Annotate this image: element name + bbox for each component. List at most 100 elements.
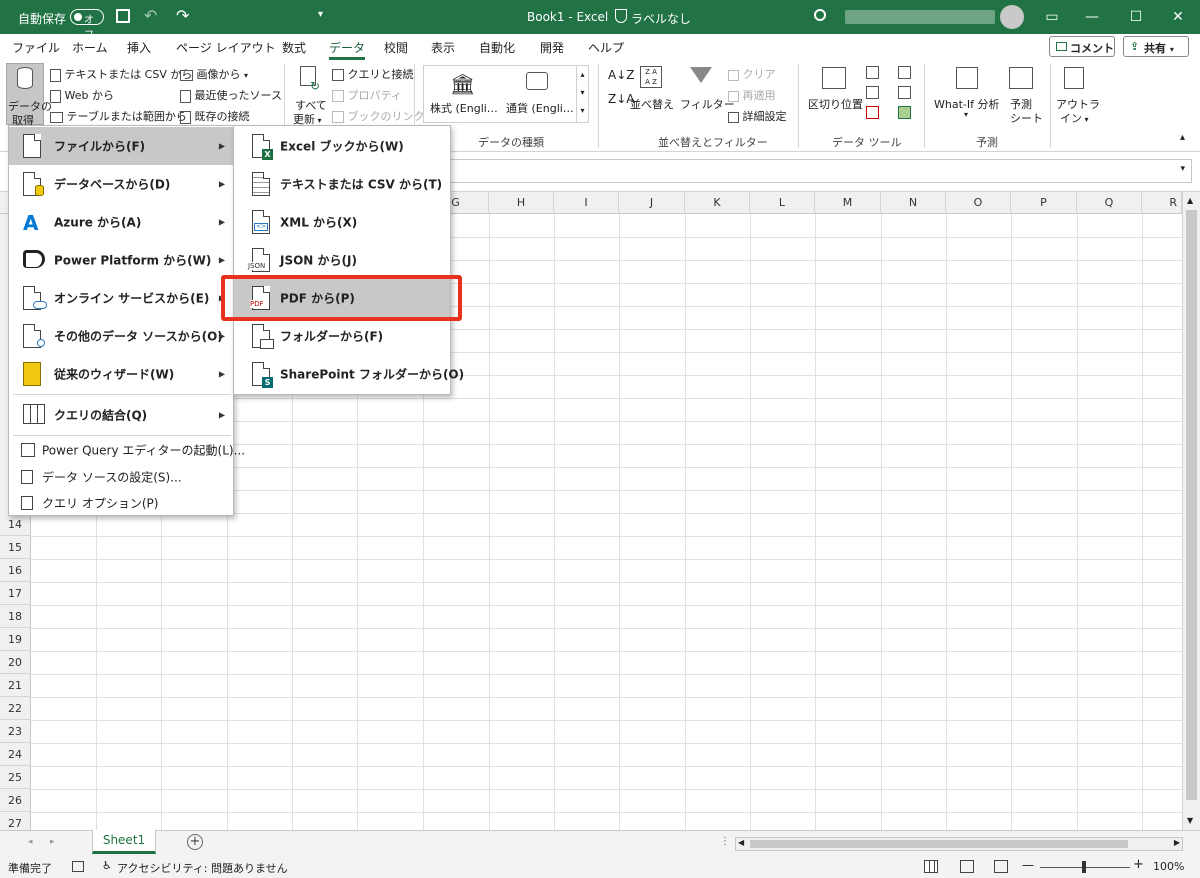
sort-button[interactable]: Z AA Z 並べ替え	[630, 63, 674, 113]
from-table-button[interactable]: テーブルまたは範囲から	[50, 108, 187, 124]
queries-connections-button[interactable]: クエリと接続	[332, 66, 414, 82]
menu-item-from-database[interactable]: データベースから(D) ▶	[9, 165, 233, 203]
clear-filter-button[interactable]: クリア	[728, 66, 776, 82]
tab-help[interactable]: ヘルプ	[588, 39, 624, 56]
what-if-button[interactable]: What-If 分析 ▾	[932, 63, 1002, 123]
tab-review[interactable]: 校閲	[384, 39, 408, 56]
flash-fill-icon[interactable]	[866, 66, 879, 79]
maximize-button[interactable]: ☐	[1114, 0, 1158, 34]
advanced-filter-button[interactable]: 詳細設定	[728, 108, 787, 124]
column-header[interactable]: H	[489, 192, 554, 214]
zoom-in-icon[interactable]: +	[1133, 857, 1144, 872]
row-header[interactable]: 26	[0, 789, 31, 812]
horizontal-scrollbar[interactable]: ◀ ▶	[735, 837, 1183, 851]
accessibility-status[interactable]: アクセシビリティ: 問題ありません	[117, 860, 288, 876]
page-break-view-icon[interactable]	[994, 860, 1008, 873]
normal-view-icon[interactable]	[924, 860, 938, 873]
submenu-item-folder[interactable]: フォルダーから(F)	[234, 317, 450, 355]
row-header[interactable]: 18	[0, 605, 31, 628]
row-header[interactable]: 24	[0, 743, 31, 766]
tab-insert[interactable]: 挿入	[127, 39, 151, 56]
undo-icon[interactable]: ↶	[144, 6, 157, 25]
row-header[interactable]: 22	[0, 697, 31, 720]
hscroll-thumb[interactable]	[750, 840, 1128, 848]
next-sheet-icon[interactable]: ▸	[50, 837, 55, 847]
from-web-button[interactable]: Web から	[50, 87, 114, 103]
relationships-icon[interactable]	[898, 86, 911, 99]
menu-item-from-power-platform[interactable]: Power Platform から(W) ▶	[9, 241, 233, 279]
stocks-type[interactable]: 株式 (Engli…	[430, 100, 498, 116]
from-picture-button[interactable]: 画像から ▾	[180, 66, 248, 82]
prev-sheet-icon[interactable]: ◂	[28, 837, 33, 847]
submenu-item-text-csv[interactable]: テキストまたは CSV から(T)	[234, 165, 450, 203]
forecast-sheet-button[interactable]: 予測 シート	[1004, 63, 1043, 125]
zoom-level[interactable]: 100%	[1153, 860, 1184, 873]
scroll-thumb[interactable]	[1186, 210, 1197, 800]
column-header[interactable]: R	[1142, 192, 1182, 214]
row-header[interactable]: 17	[0, 582, 31, 605]
edit-links-button[interactable]: ブックのリンク	[332, 108, 425, 124]
properties-button[interactable]: プロパティ	[332, 87, 402, 103]
autosave-toggle[interactable]: オフ	[70, 9, 104, 41]
tab-data[interactable]: データ	[329, 39, 366, 60]
macro-record-icon[interactable]	[72, 861, 84, 872]
search-icon[interactable]	[814, 9, 826, 21]
tab-developer[interactable]: 開発	[540, 39, 564, 56]
reapply-button[interactable]: 再適用	[728, 87, 776, 103]
get-data-button[interactable]: データの 取得	[6, 63, 52, 127]
data-types-gallery[interactable]: 🏛 株式 (Engli… 通貨 (Engli… ▴ ▾ ▾	[423, 65, 589, 123]
refresh-all-button[interactable]: ↻ すべて 更新 ▾	[290, 63, 327, 126]
column-header[interactable]: Q	[1077, 192, 1142, 214]
tab-view[interactable]: 表示	[431, 39, 455, 56]
row-header[interactable]: 25	[0, 766, 31, 789]
submenu-item-excel-workbook[interactable]: X Excel ブックから(W)	[234, 127, 450, 165]
page-layout-view-icon[interactable]	[960, 860, 974, 873]
customize-qat-icon[interactable]: ▾	[318, 9, 323, 20]
menu-item-from-other-sources[interactable]: その他のデータ ソースから(O) ▶	[9, 317, 233, 355]
accessibility-icon[interactable]: ♿	[102, 859, 112, 872]
more-sheets-icon[interactable]: ⋮	[720, 836, 730, 847]
gallery-scroll[interactable]: ▴ ▾ ▾	[576, 66, 588, 122]
row-header[interactable]: 23	[0, 720, 31, 743]
menu-item-combine-queries[interactable]: クエリの結合(Q) ▶	[9, 396, 233, 434]
expand-formula-icon[interactable]: ▾	[1180, 164, 1185, 174]
column-header[interactable]: K	[685, 192, 750, 214]
menu-item-launch-power-query[interactable]: Power Query エディターの起動(L)...	[9, 437, 245, 463]
close-button[interactable]: ✕	[1156, 0, 1200, 34]
tab-file[interactable]: ファイル	[12, 39, 60, 56]
ribbon-display-icon[interactable]: ▭	[1030, 0, 1074, 34]
comment-button[interactable]: コメント	[1049, 36, 1115, 57]
avatar[interactable]	[1000, 5, 1024, 29]
row-header[interactable]: 16	[0, 559, 31, 582]
filter-button[interactable]: フィルター	[678, 63, 735, 113]
outline-button[interactable]: アウトラ イン ▾	[1054, 63, 1100, 125]
minimize-button[interactable]: —	[1070, 0, 1114, 34]
row-header[interactable]: 19	[0, 628, 31, 651]
consolidate-icon[interactable]	[898, 66, 911, 79]
tab-automate[interactable]: 自動化	[479, 39, 515, 56]
data-validation-icon[interactable]	[866, 106, 879, 119]
row-header[interactable]: 20	[0, 651, 31, 674]
menu-item-legacy-wizards[interactable]: 従来のウィザード(W) ▶	[9, 355, 233, 393]
tab-page-layout[interactable]: ページ レイアウト	[176, 39, 276, 56]
add-sheet-icon[interactable]: +	[187, 834, 203, 850]
tab-home[interactable]: ホーム	[72, 39, 108, 56]
tab-formulas[interactable]: 数式	[282, 39, 306, 56]
text-to-columns-button[interactable]: 区切り位置	[806, 63, 863, 113]
menu-item-from-azure[interactable]: A Azure から(A) ▶	[9, 203, 233, 241]
row-header[interactable]: 27	[0, 812, 31, 830]
menu-item-from-file[interactable]: ファイルから(F) ▶	[9, 127, 233, 165]
remove-duplicates-icon[interactable]	[866, 86, 879, 99]
column-header[interactable]: O	[946, 192, 1011, 214]
zoom-slider-thumb[interactable]	[1082, 861, 1086, 873]
redo-icon[interactable]: ↷	[176, 6, 189, 25]
sheet-tab[interactable]: Sheet1	[92, 830, 156, 854]
column-header[interactable]: I	[554, 192, 619, 214]
currencies-type[interactable]: 通貨 (Engli…	[506, 100, 574, 116]
submenu-item-xml[interactable]: <> XML から(X)	[234, 203, 450, 241]
collapse-ribbon-icon[interactable]: ▴	[1180, 132, 1185, 143]
data-model-icon[interactable]	[898, 106, 911, 119]
column-header[interactable]: N	[881, 192, 946, 214]
submenu-item-sharepoint-folder[interactable]: S SharePoint フォルダーから(O)	[234, 355, 464, 393]
submenu-item-json[interactable]: JSON JSON から(J)	[234, 241, 450, 279]
